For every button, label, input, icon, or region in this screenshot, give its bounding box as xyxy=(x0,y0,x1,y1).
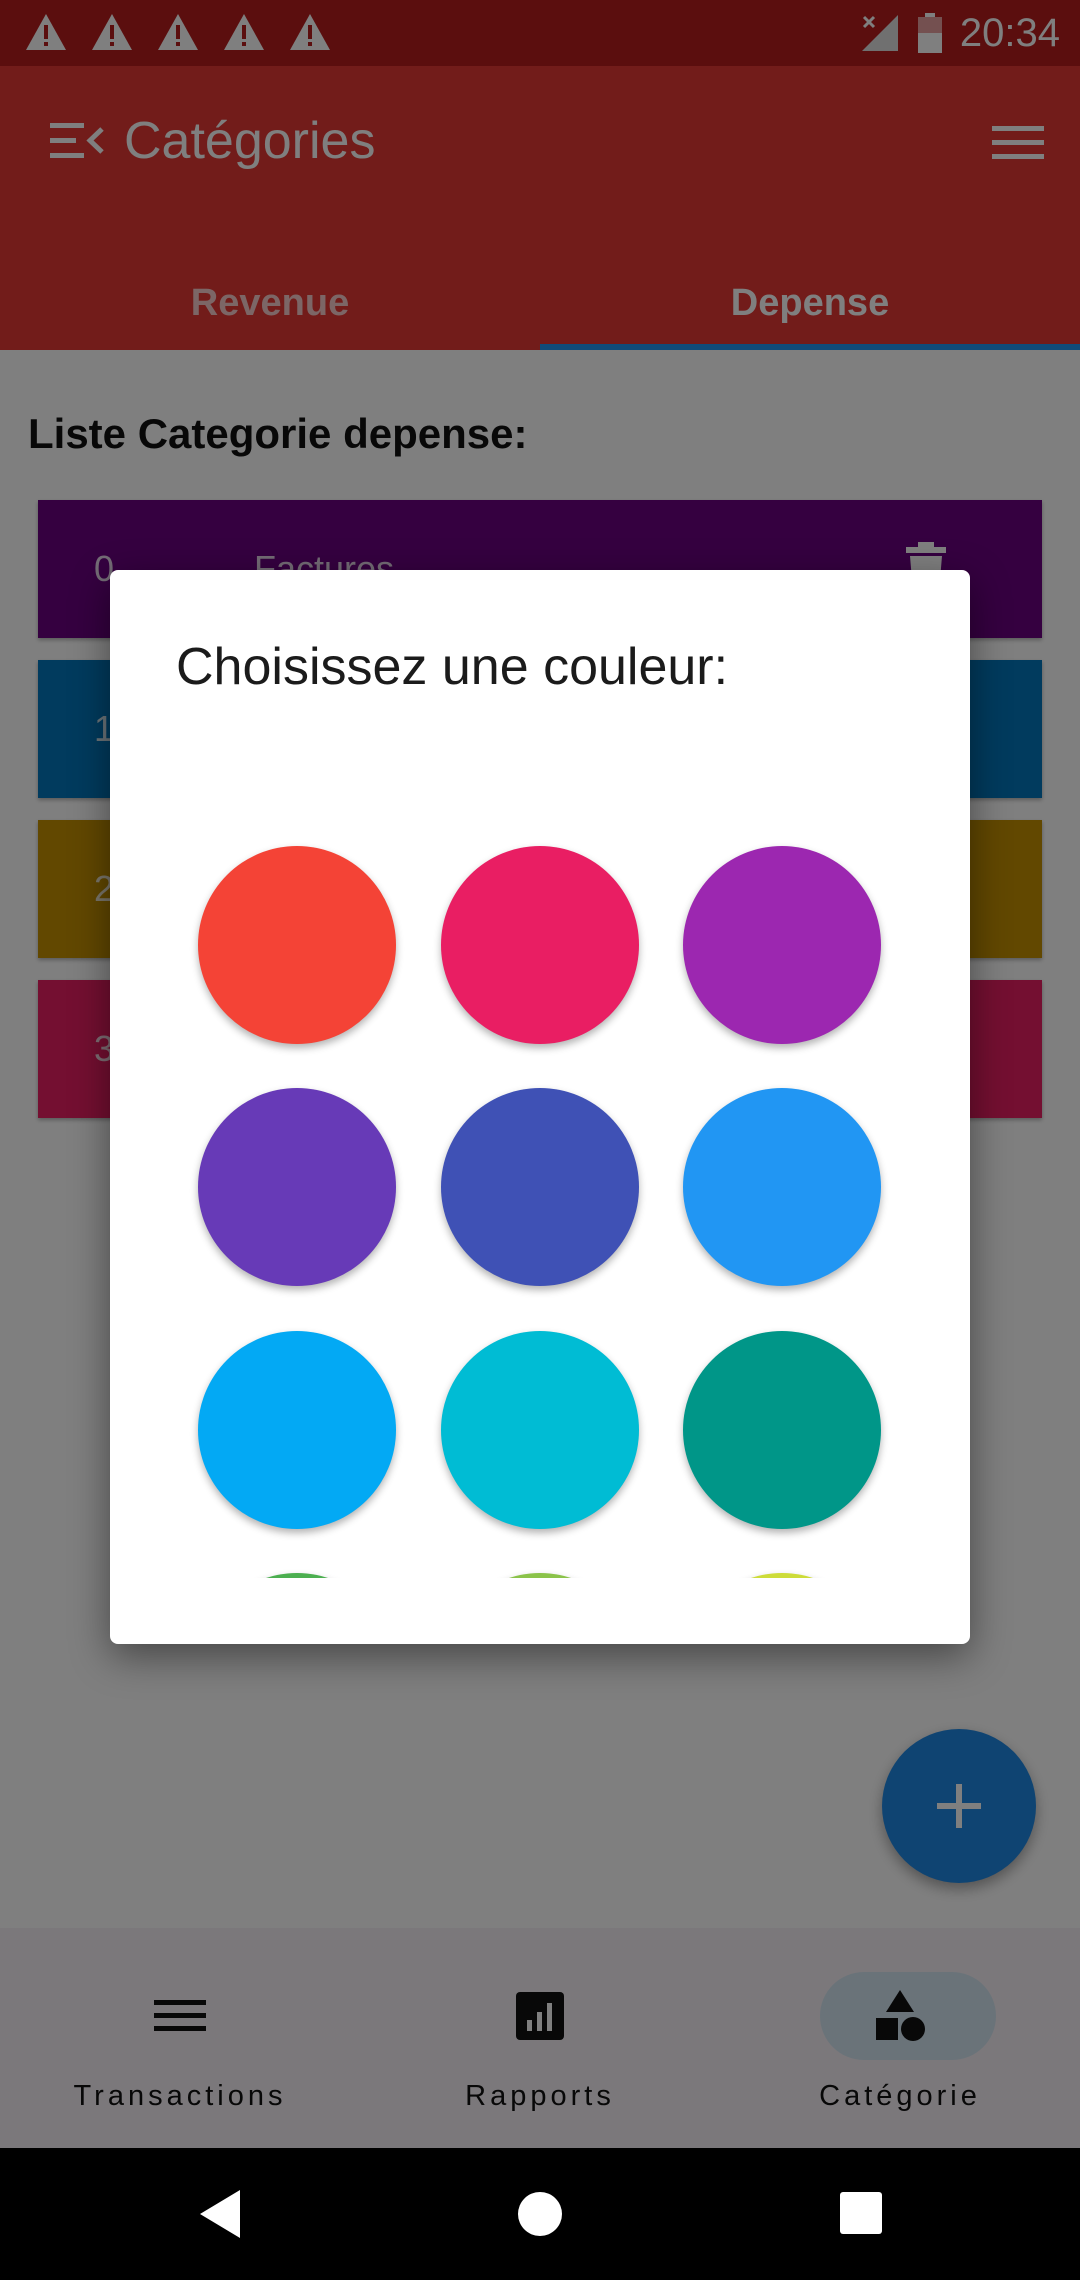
back-icon[interactable] xyxy=(196,2188,244,2240)
color-swatch[interactable] xyxy=(198,846,396,1044)
color-grid[interactable] xyxy=(110,762,970,1578)
color-swatch[interactable] xyxy=(683,1331,881,1529)
color-swatch[interactable] xyxy=(441,846,639,1044)
color-swatch[interactable] xyxy=(683,846,881,1044)
color-swatch[interactable] xyxy=(441,1331,639,1529)
color-swatch[interactable] xyxy=(441,1088,639,1286)
color-swatch[interactable] xyxy=(198,1573,396,1578)
color-picker-dialog: Choisissez une couleur: xyxy=(110,570,970,1644)
color-swatch[interactable] xyxy=(198,1088,396,1286)
color-swatch[interactable] xyxy=(683,1088,881,1286)
recents-icon[interactable] xyxy=(838,2190,884,2236)
system-navigation-bar xyxy=(0,2148,1080,2280)
home-icon[interactable] xyxy=(516,2190,564,2238)
color-swatch[interactable] xyxy=(198,1331,396,1529)
dialog-title: Choisissez une couleur: xyxy=(176,638,729,696)
color-swatch[interactable] xyxy=(441,1573,639,1578)
color-swatch[interactable] xyxy=(683,1573,881,1578)
